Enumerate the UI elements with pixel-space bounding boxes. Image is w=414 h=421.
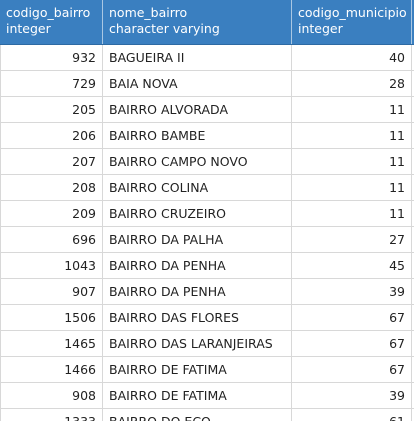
cell-codigo-bairro[interactable]: 205 bbox=[0, 97, 103, 122]
column-type: character varying bbox=[109, 21, 220, 36]
cell-codigo-municipio[interactable]: 67 bbox=[292, 305, 412, 330]
cell-nome-bairro[interactable]: BAIRRO DO ECO bbox=[103, 409, 292, 421]
table-row[interactable]: 1333 BAIRRO DO ECO 61 bbox=[0, 409, 414, 421]
cell-codigo-municipio[interactable]: 40 bbox=[292, 45, 412, 70]
cell-nome-bairro[interactable]: BAIRRO BAMBE bbox=[103, 123, 292, 148]
cell-codigo-municipio[interactable]: 39 bbox=[292, 383, 412, 408]
table-row[interactable]: 1465 BAIRRO DAS LARANJEIRAS 67 bbox=[0, 331, 414, 357]
column-header-codigo-bairro[interactable]: codigo_bairro integer bbox=[0, 0, 103, 44]
cell-nome-bairro[interactable]: BAIRRO ALVORADA bbox=[103, 97, 292, 122]
cell-nome-bairro[interactable]: BAIRRO DAS LARANJEIRAS bbox=[103, 331, 292, 356]
table-row[interactable]: 907 BAIRRO DA PENHA 39 bbox=[0, 279, 414, 305]
table-row[interactable]: 1506 BAIRRO DAS FLORES 67 bbox=[0, 305, 414, 331]
cell-codigo-bairro[interactable]: 908 bbox=[0, 383, 103, 408]
cell-codigo-municipio[interactable]: 11 bbox=[292, 175, 412, 200]
cell-codigo-bairro[interactable]: 932 bbox=[0, 45, 103, 70]
table-row[interactable]: 729 BAIA NOVA 28 bbox=[0, 71, 414, 97]
cell-nome-bairro[interactable]: BAIA NOVA bbox=[103, 71, 292, 96]
column-header-nome-bairro[interactable]: nome_bairro character varying bbox=[103, 0, 292, 44]
cell-codigo-municipio[interactable]: 45 bbox=[292, 253, 412, 278]
cell-nome-bairro[interactable]: BAGUEIRA II bbox=[103, 45, 292, 70]
cell-codigo-municipio[interactable]: 39 bbox=[292, 279, 412, 304]
cell-codigo-bairro[interactable]: 208 bbox=[0, 175, 103, 200]
table-row[interactable]: 908 BAIRRO DE FATIMA 39 bbox=[0, 383, 414, 409]
column-type: integer bbox=[298, 21, 343, 36]
cell-nome-bairro[interactable]: BAIRRO DAS FLORES bbox=[103, 305, 292, 330]
cell-codigo-municipio[interactable]: 61 bbox=[292, 409, 412, 421]
column-name: codigo_municipio bbox=[298, 5, 407, 20]
cell-nome-bairro[interactable]: BAIRRO DE FATIMA bbox=[103, 357, 292, 382]
cell-codigo-municipio[interactable]: 11 bbox=[292, 201, 412, 226]
cell-codigo-bairro[interactable]: 696 bbox=[0, 227, 103, 252]
column-type: integer bbox=[6, 21, 51, 36]
cell-codigo-bairro[interactable]: 209 bbox=[0, 201, 103, 226]
grid-header: codigo_bairro integer nome_bairro charac… bbox=[0, 0, 414, 45]
cell-nome-bairro[interactable]: BAIRRO DA PENHA bbox=[103, 253, 292, 278]
cell-codigo-bairro[interactable]: 1465 bbox=[0, 331, 103, 356]
cell-nome-bairro[interactable]: BAIRRO CRUZEIRO bbox=[103, 201, 292, 226]
cell-codigo-municipio[interactable]: 11 bbox=[292, 123, 412, 148]
column-name: codigo_bairro bbox=[6, 5, 91, 20]
cell-nome-bairro[interactable]: BAIRRO DA PALHA bbox=[103, 227, 292, 252]
cell-codigo-municipio[interactable]: 67 bbox=[292, 331, 412, 356]
table-row[interactable]: 205 BAIRRO ALVORADA 11 bbox=[0, 97, 414, 123]
cell-codigo-bairro[interactable]: 206 bbox=[0, 123, 103, 148]
table-row[interactable]: 207 BAIRRO CAMPO NOVO 11 bbox=[0, 149, 414, 175]
cell-codigo-bairro[interactable]: 1333 bbox=[0, 409, 103, 421]
table-row[interactable]: 1043 BAIRRO DA PENHA 45 bbox=[0, 253, 414, 279]
table-row[interactable]: 209 BAIRRO CRUZEIRO 11 bbox=[0, 201, 414, 227]
table-row[interactable]: 208 BAIRRO COLINA 11 bbox=[0, 175, 414, 201]
cell-codigo-municipio[interactable]: 11 bbox=[292, 149, 412, 174]
column-header-codigo-municipio[interactable]: codigo_municipio integer bbox=[292, 0, 412, 44]
cell-nome-bairro[interactable]: BAIRRO COLINA bbox=[103, 175, 292, 200]
grid-body: 932 BAGUEIRA II 40 729 BAIA NOVA 28 205 … bbox=[0, 45, 414, 421]
cell-codigo-municipio[interactable]: 67 bbox=[292, 357, 412, 382]
cell-nome-bairro[interactable]: BAIRRO DA PENHA bbox=[103, 279, 292, 304]
table-row[interactable]: 1466 BAIRRO DE FATIMA 67 bbox=[0, 357, 414, 383]
table-row[interactable]: 932 BAGUEIRA II 40 bbox=[0, 45, 414, 71]
table-row[interactable]: 696 BAIRRO DA PALHA 27 bbox=[0, 227, 414, 253]
cell-nome-bairro[interactable]: BAIRRO CAMPO NOVO bbox=[103, 149, 292, 174]
result-grid: codigo_bairro integer nome_bairro charac… bbox=[0, 0, 414, 421]
cell-nome-bairro[interactable]: BAIRRO DE FATIMA bbox=[103, 383, 292, 408]
column-name: nome_bairro bbox=[109, 5, 188, 20]
cell-codigo-bairro[interactable]: 729 bbox=[0, 71, 103, 96]
cell-codigo-municipio[interactable]: 28 bbox=[292, 71, 412, 96]
table-row[interactable]: 206 BAIRRO BAMBE 11 bbox=[0, 123, 414, 149]
cell-codigo-bairro[interactable]: 207 bbox=[0, 149, 103, 174]
cell-codigo-bairro[interactable]: 1466 bbox=[0, 357, 103, 382]
cell-codigo-bairro[interactable]: 907 bbox=[0, 279, 103, 304]
cell-codigo-municipio[interactable]: 27 bbox=[292, 227, 412, 252]
cell-codigo-municipio[interactable]: 11 bbox=[292, 97, 412, 122]
cell-codigo-bairro[interactable]: 1506 bbox=[0, 305, 103, 330]
cell-codigo-bairro[interactable]: 1043 bbox=[0, 253, 103, 278]
